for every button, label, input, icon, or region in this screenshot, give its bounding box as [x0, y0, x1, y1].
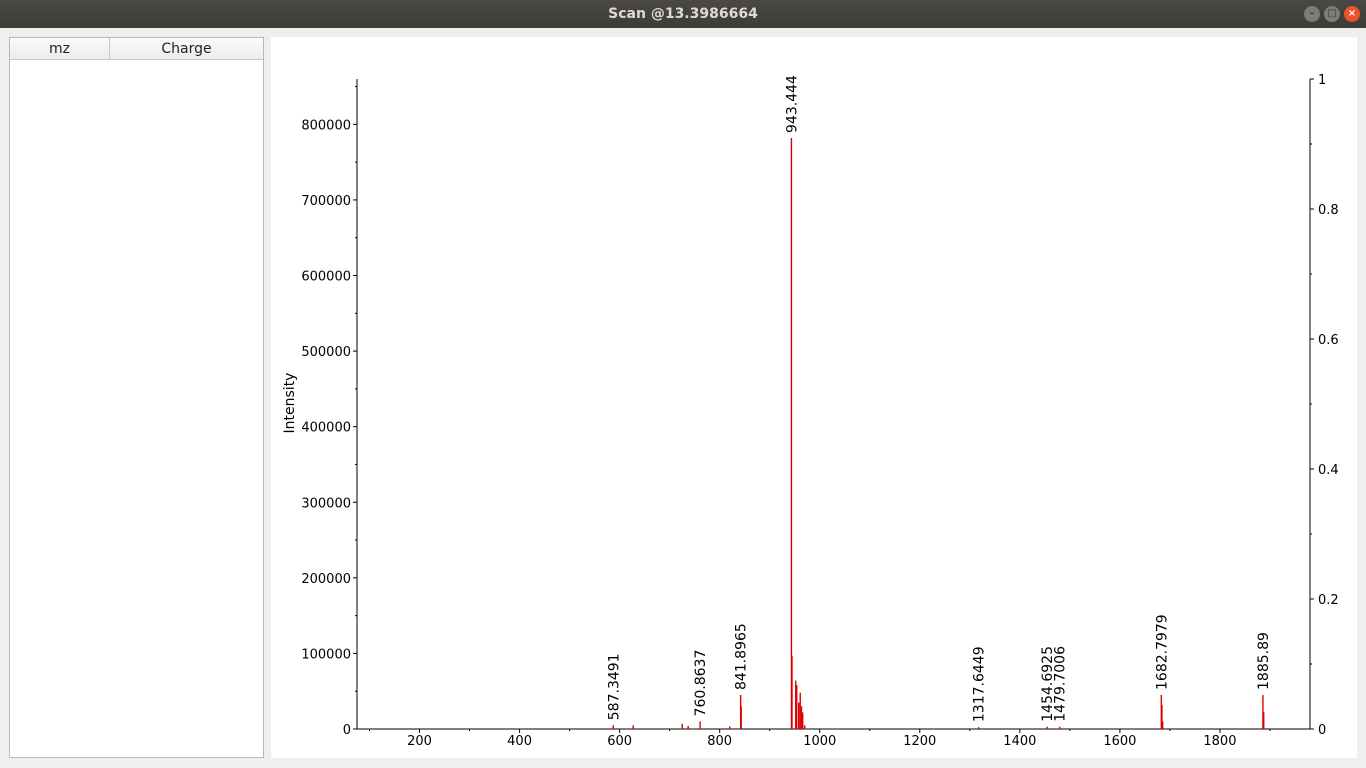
- peak-label: 587.3491: [606, 653, 622, 720]
- maximize-icon[interactable]: □: [1324, 6, 1340, 22]
- table-header: mz Charge: [10, 38, 263, 60]
- y2-tick-label: 0.6: [1318, 333, 1339, 348]
- peak-label: 760.8637: [693, 650, 709, 717]
- close-icon[interactable]: ×: [1344, 6, 1360, 22]
- y-tick-label: 500000: [301, 345, 351, 360]
- y2-tick-label: 1: [1318, 73, 1326, 88]
- spectrum-plot-panel[interactable]: 200 400 600 800 1000 1200 1400 1600 1800 0 100000 2…: [271, 37, 1357, 758]
- x-tick-label: 1600: [1103, 734, 1136, 749]
- x-tick-label: 1000: [803, 734, 836, 749]
- x-tick-label: 1200: [903, 734, 936, 749]
- y-tick-label: 400000: [301, 421, 351, 436]
- x-tick-label: 800: [707, 734, 732, 749]
- peak-label: 943.444: [784, 75, 800, 133]
- y-tick-label: 0: [343, 723, 351, 738]
- y-tick-label: 200000: [301, 572, 351, 587]
- x-tick-label: 400: [507, 734, 532, 749]
- table-body[interactable]: [10, 60, 263, 758]
- y-tick-label: 700000: [301, 194, 351, 209]
- y2-tick-label: 0.4: [1318, 463, 1339, 478]
- y-tick-label: 800000: [301, 118, 351, 133]
- window-controls: – □ ×: [1304, 6, 1360, 22]
- x-tick-label: 1800: [1203, 734, 1236, 749]
- chart-axes: 200 400 600 800 1000 1200 1400 1600 1800 0 100000 2…: [301, 73, 1338, 749]
- y-tick-label: 300000: [301, 496, 351, 511]
- minimize-icon[interactable]: –: [1304, 6, 1320, 22]
- x-tick-label: 600: [607, 734, 632, 749]
- window-title: Scan @13.3986664: [608, 6, 758, 22]
- column-header-mz[interactable]: mz: [10, 38, 110, 59]
- y-tick-label: 100000: [301, 647, 351, 662]
- peak-label: 1479.7006: [1053, 646, 1069, 722]
- peak-label: 841.8965: [734, 623, 750, 690]
- chart-peak-labels: 587.3491 760.8637 841.8965 943.444 1317.6449…: [606, 75, 1272, 722]
- peak-table[interactable]: mz Charge: [9, 37, 264, 758]
- peak-label: 1317.6449: [972, 646, 988, 722]
- y2-tick-label: 0.8: [1318, 203, 1339, 218]
- x-tick-label: 200: [407, 734, 432, 749]
- peak-label: 1682.7979: [1154, 614, 1170, 690]
- spectrum-chart[interactable]: 200 400 600 800 1000 1200 1400 1600 1800 0 100000 2…: [271, 37, 1357, 758]
- x-tick-label: 1400: [1003, 734, 1036, 749]
- peak-label: 1885.89: [1256, 632, 1272, 690]
- window-titlebar[interactable]: Scan @13.3986664 – □ ×: [0, 0, 1366, 28]
- y-axis-label: Intensity: [282, 373, 298, 434]
- column-header-charge[interactable]: Charge: [110, 38, 263, 59]
- y-tick-label: 600000: [301, 270, 351, 285]
- y2-tick-label: 0: [1318, 723, 1326, 738]
- y2-tick-label: 0.2: [1318, 593, 1339, 608]
